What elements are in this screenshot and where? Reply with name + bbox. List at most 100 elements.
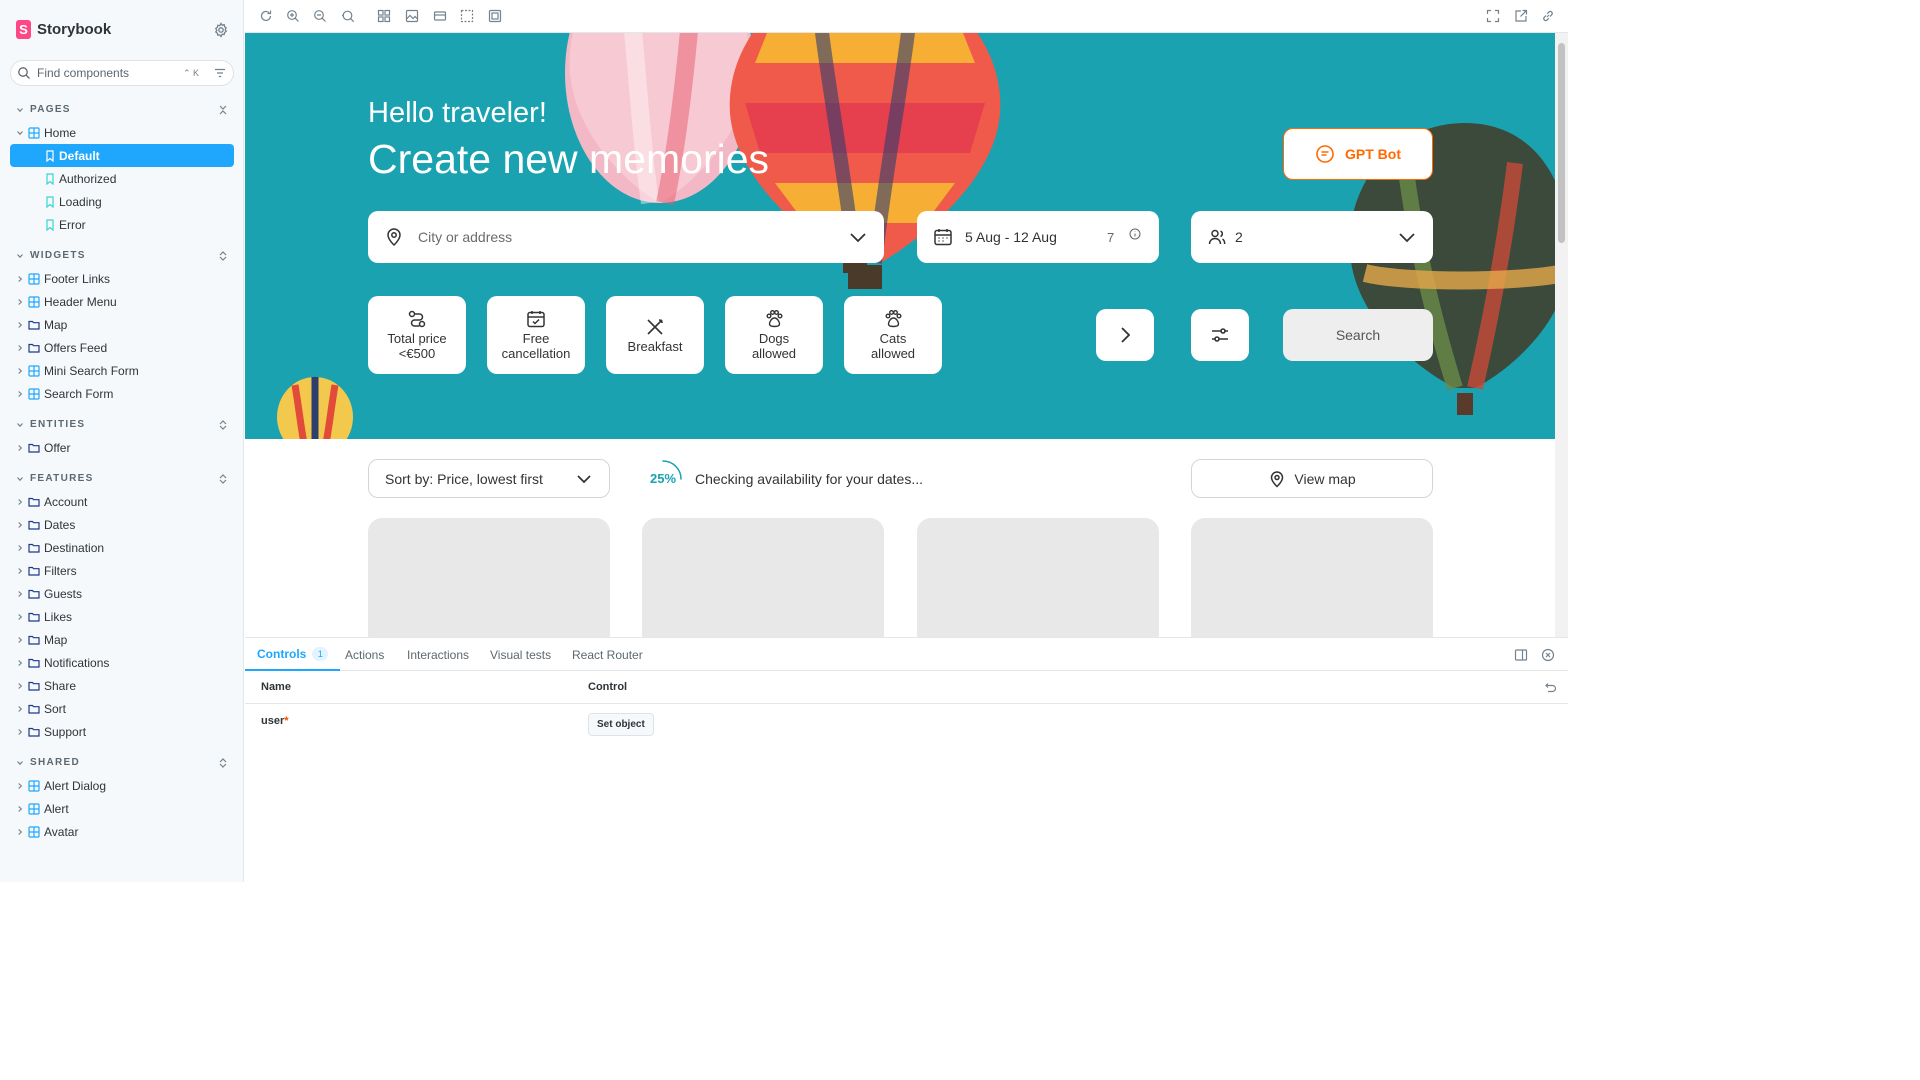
tab-controls[interactable]: Controls 1 [245,638,341,671]
sidebar-item-guests[interactable]: Guests [0,582,243,605]
sidebar-item-mini-search-form[interactable]: Mini Search Form [0,359,243,382]
filter-chip-price[interactable]: Total price <€500 [368,296,466,374]
link-icon[interactable] [1541,9,1555,23]
sidebar-story-loading[interactable]: Loading [0,190,243,213]
sidebar-item-share[interactable]: Share [0,674,243,697]
filter-chip-dogs[interactable]: Dogs allowed [725,296,823,374]
sidebar-item-support[interactable]: Support [0,720,243,743]
folder-icon [28,343,40,353]
tab-interactions[interactable]: Interactions [407,638,469,671]
gpt-bot-button[interactable]: GPT Bot [1283,128,1433,180]
search-shortcut: ⌃ K [183,67,200,78]
background-icon[interactable] [405,9,419,23]
chevron-right-icon [18,521,23,528]
sidebar-item-home[interactable]: Home [0,121,243,144]
zoom-out-icon[interactable] [313,9,327,23]
chevron-right-icon [1121,327,1131,343]
sidebar-item-map[interactable]: Map [0,313,243,336]
panel-orientation-icon[interactable] [1514,648,1528,662]
section-label: ENTITIES [30,419,86,430]
sidebar-item-label: Default [59,148,100,163]
sidebar-story-authorized[interactable]: Authorized [0,167,243,190]
folder-icon [28,635,40,645]
moon-info-icon[interactable] [1129,228,1141,240]
sidebar-item-offer[interactable]: Offer [0,436,243,459]
set-object-button[interactable]: Set object [588,713,654,736]
sort-dropdown[interactable]: Sort by: Price, lowest first [368,459,610,498]
collapse-all-icon[interactable] [218,104,228,116]
zoom-reset-icon[interactable] [341,9,355,23]
view-map-button[interactable]: View map [1191,459,1433,498]
brand-name: Storybook [37,21,112,38]
filters-settings-button[interactable] [1191,309,1249,361]
reload-icon[interactable] [259,9,273,23]
sidebar-item-label: Footer Links [44,271,111,286]
close-icon[interactable] [1541,648,1555,662]
section-pages[interactable]: PAGES [0,98,243,121]
filter-icon[interactable] [213,66,227,80]
expand-all-icon[interactable] [218,419,228,431]
expand-all-icon[interactable] [218,250,228,262]
preview-scrollbar[interactable] [1555,33,1568,637]
sidebar-item-feature-map[interactable]: Map [0,628,243,651]
sidebar-item-offers-feed[interactable]: Offers Feed [0,336,243,359]
section-widgets[interactable]: WIDGETS [0,244,243,267]
balloon-illustration-icon [277,377,353,439]
destination-field[interactable] [368,211,884,263]
sidebar-item-likes[interactable]: Likes [0,605,243,628]
dates-field[interactable]: 5 Aug - 12 Aug 7 [917,211,1159,263]
component-icon [28,126,40,139]
sidebar-item-alert-dialog[interactable]: Alert Dialog [0,774,243,797]
sidebar-item-notifications[interactable]: Notifications [0,651,243,674]
sidebar-item-account[interactable]: Account [0,490,243,513]
folder-icon [28,704,40,714]
section-shared[interactable]: SHARED [0,751,243,774]
grid-icon[interactable] [377,9,391,23]
sidebar-item-dates[interactable]: Dates [0,513,243,536]
chevron-down-icon[interactable] [848,227,868,247]
sidebar-item-filters[interactable]: Filters [0,559,243,582]
section-entities[interactable]: ENTITIES [0,413,243,436]
offer-card-skeleton [1191,518,1433,637]
fullscreen-icon[interactable] [1486,9,1500,23]
outline-icon[interactable] [460,9,474,23]
search-button[interactable]: Search [1283,309,1433,361]
tab-actions[interactable]: Actions [345,638,384,671]
sidebar-story-error[interactable]: Error [0,213,243,236]
sidebar-item-alert[interactable]: Alert [0,797,243,820]
search-input[interactable] [37,66,177,80]
section-label: WIDGETS [30,250,86,261]
sidebar-item-sort[interactable]: Sort [0,697,243,720]
viewport-icon[interactable] [433,9,447,23]
filter-chip-cats[interactable]: Cats allowed [844,296,942,374]
sidebar-item-header-menu[interactable]: Header Menu [0,290,243,313]
gear-icon[interactable] [213,22,229,38]
control-name-text: user [261,715,285,727]
sidebar-item-avatar[interactable]: Avatar [0,820,243,843]
sidebar-item-label: Share [44,678,77,693]
section-features[interactable]: FEATURES [0,467,243,490]
tab-visual-tests[interactable]: Visual tests [490,638,551,671]
open-new-tab-icon[interactable] [1514,9,1528,23]
scrollbar-thumb[interactable] [1558,43,1565,243]
brand[interactable]: S Storybook [16,20,111,39]
zoom-in-icon[interactable] [286,9,300,23]
filter-chip-free-cancellation[interactable]: Free cancellation [487,296,585,374]
measure-icon[interactable] [488,9,502,23]
sidebar-item-footer-links[interactable]: Footer Links [0,267,243,290]
chevron-down-icon[interactable] [1397,227,1417,247]
destination-input[interactable] [418,229,838,245]
tab-label: Controls [257,646,307,661]
expand-all-icon[interactable] [218,473,228,485]
expand-all-icon[interactable] [218,757,228,769]
sidebar-search[interactable]: ⌃ K [10,60,234,86]
sidebar-item-search-form[interactable]: Search Form [0,382,243,405]
reset-controls-icon[interactable] [1543,681,1557,695]
sidebar-item-destination[interactable]: Destination [0,536,243,559]
tab-react-router[interactable]: React Router [572,638,643,671]
availability-progress: 25% Checking availability for your dates… [643,459,923,498]
filter-chip-breakfast[interactable]: Breakfast [606,296,704,374]
guests-field[interactable]: 2 [1191,211,1433,263]
sidebar-story-default[interactable]: Default [10,144,234,167]
more-filters-next-button[interactable] [1096,309,1154,361]
